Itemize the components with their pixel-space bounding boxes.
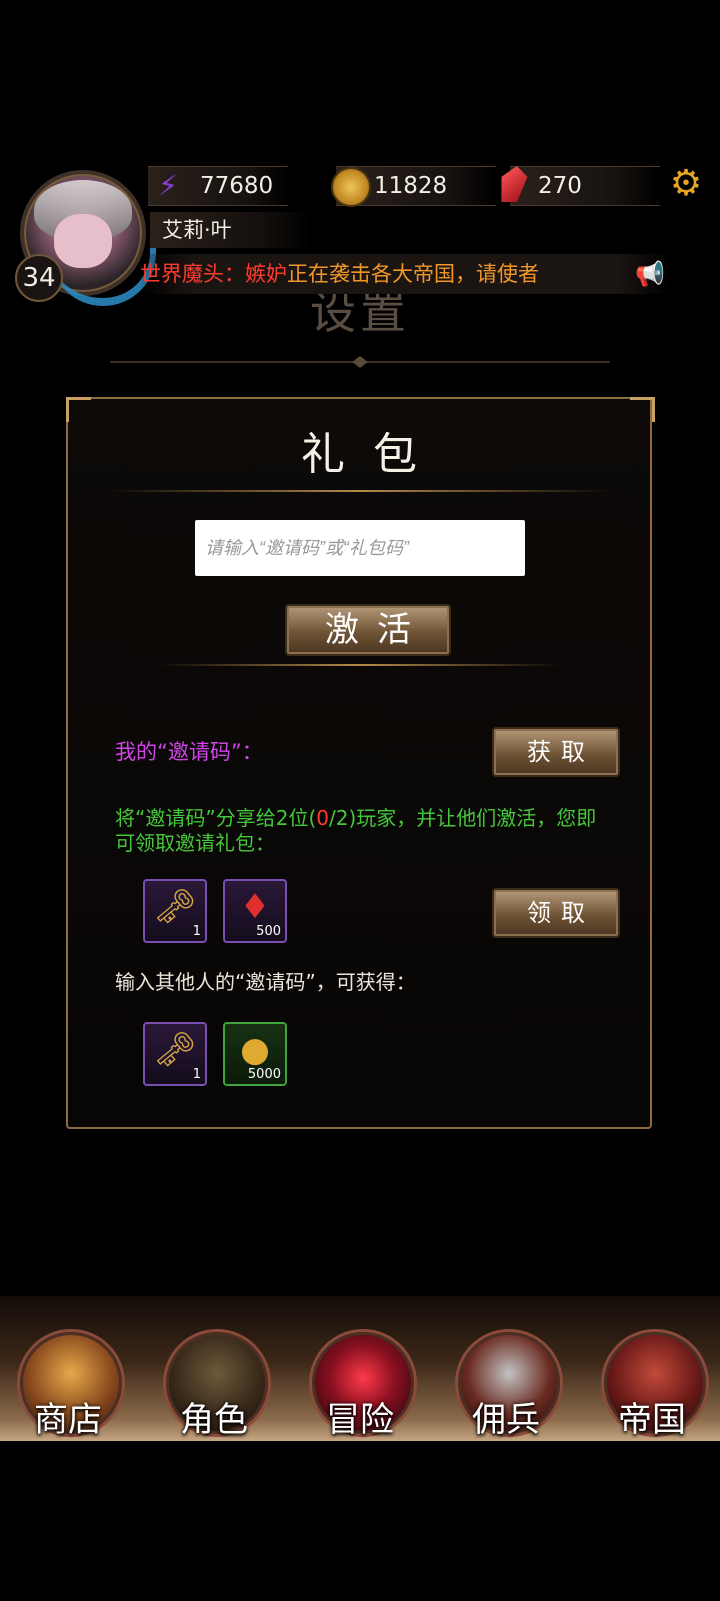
coin-icon xyxy=(331,167,371,207)
nav-shop-label[interactable]: 商店 xyxy=(13,1392,123,1441)
divider xyxy=(160,664,560,666)
get-code-button[interactable]: 获取 xyxy=(492,727,620,777)
world-boss-ticker[interactable]: 世界魔头：嫉妒正在袭击各大帝国，请使者 xyxy=(140,254,670,294)
nav-empire-label[interactable]: 帝国 xyxy=(597,1392,707,1441)
title-ornament xyxy=(110,356,610,368)
claim-button[interactable]: 领取 xyxy=(492,888,620,938)
keys-icon: 🗝 xyxy=(153,887,197,927)
my-invite-code-label: 我的“邀请码”： xyxy=(115,740,263,764)
reward-count: 1 xyxy=(192,1067,201,1082)
enter-code-rewards-label: 输入其他人的“邀请码”，可获得： xyxy=(115,970,416,994)
energy-value: 77680 xyxy=(200,173,274,199)
gear-icon[interactable]: ⚙ xyxy=(668,166,704,202)
nav-adventure-label[interactable]: 冒险 xyxy=(305,1392,415,1441)
ticker-message: 正在袭击各大帝国，请使者 xyxy=(287,262,539,286)
reward-item-keys[interactable]: 🗝 1 xyxy=(143,879,207,943)
code-input[interactable] xyxy=(195,520,525,576)
key-icon: 🗝 xyxy=(153,1030,197,1070)
reward-item-key[interactable]: 🗝 1 xyxy=(143,1022,207,1086)
megaphone-icon[interactable]: 📢 xyxy=(632,258,668,290)
activate-button[interactable]: 激活 xyxy=(285,604,451,656)
lightning-icon: ⚡ xyxy=(158,169,178,202)
ticker-boss-name: 嫉妒 xyxy=(245,262,287,286)
red-gem-icon: ♦ xyxy=(239,887,271,927)
gem-value: 270 xyxy=(538,173,582,199)
share-instructions: 将“邀请码”分享给2位(0/2)玩家，并让他们激活，您即可领取邀请礼包： xyxy=(115,806,615,856)
panel-title: 礼包 xyxy=(301,429,445,480)
player-name: 艾莉·叶 xyxy=(150,212,310,248)
nav-character-label[interactable]: 角色 xyxy=(159,1392,269,1441)
reward-count: 1 xyxy=(192,924,201,939)
share-progress-count: 0 xyxy=(316,806,329,830)
reward-item-red-gem[interactable]: ♦ 500 xyxy=(223,879,287,943)
nav-mercenary-label[interactable]: 佣兵 xyxy=(451,1392,561,1441)
gem-counter: 270 xyxy=(510,166,660,206)
gold-value: 11828 xyxy=(374,173,448,199)
share-text-before: 将“邀请码”分享给2位( xyxy=(115,806,317,830)
divider xyxy=(110,490,610,492)
reward-count: 500 xyxy=(256,924,281,939)
gold-coin-icon: ● xyxy=(240,1030,270,1070)
reward-item-gold[interactable]: ● 5000 xyxy=(223,1022,287,1086)
ticker-prefix: 世界魔头： xyxy=(140,262,245,286)
reward-count: 5000 xyxy=(247,1067,281,1082)
